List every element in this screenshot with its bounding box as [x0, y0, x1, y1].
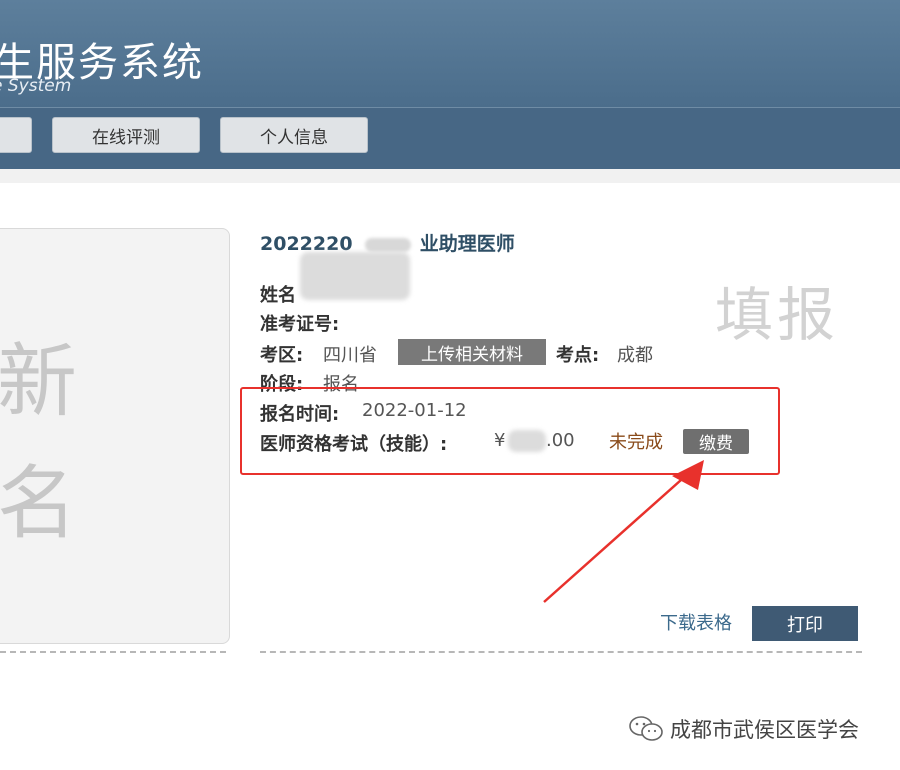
download-form-link[interactable]: 下载表格 [660, 609, 732, 635]
right-dashed-divider [260, 651, 862, 653]
watermark-text: 成都市武侯区医学会 [670, 718, 859, 742]
annotation-arrow-icon [543, 460, 704, 603]
watermark: 成都市武侯区医学会 [628, 714, 859, 744]
wechat-icon [629, 716, 663, 741]
print-button[interactable]: 打印 [752, 606, 858, 641]
